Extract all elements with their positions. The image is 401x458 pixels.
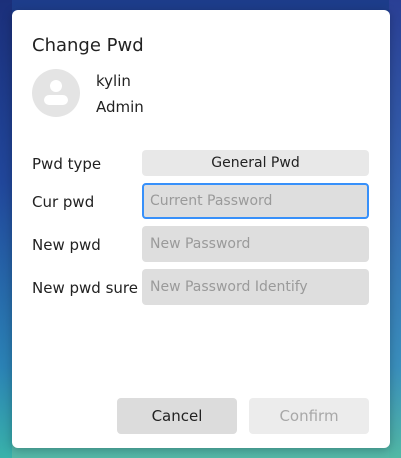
user-name: kylin [96,72,131,90]
change-password-dialog: Change Pwd kylin Admin Pwd type General … [12,10,390,448]
new-pwd-label: New pwd [32,236,101,254]
dialog-title: Change Pwd [32,35,144,56]
new-password-input[interactable] [142,226,369,262]
avatar-body-shape [44,95,68,105]
pwd-type-selector[interactable]: General Pwd [142,150,369,176]
pwd-type-label: Pwd type [32,155,102,173]
confirm-button[interactable]: Confirm [249,398,369,434]
avatar-head-shape [50,80,62,92]
cancel-button[interactable]: Cancel [117,398,237,434]
new-pwd-sure-label: New pwd sure [32,279,138,297]
user-type: Admin [96,98,144,116]
cur-pwd-label: Cur pwd [32,193,95,211]
confirm-new-password-input[interactable] [142,269,369,305]
desktop-background-left [0,0,12,458]
desktop-background-right [389,0,401,458]
user-avatar-icon [32,69,80,117]
current-password-input[interactable] [142,183,369,219]
